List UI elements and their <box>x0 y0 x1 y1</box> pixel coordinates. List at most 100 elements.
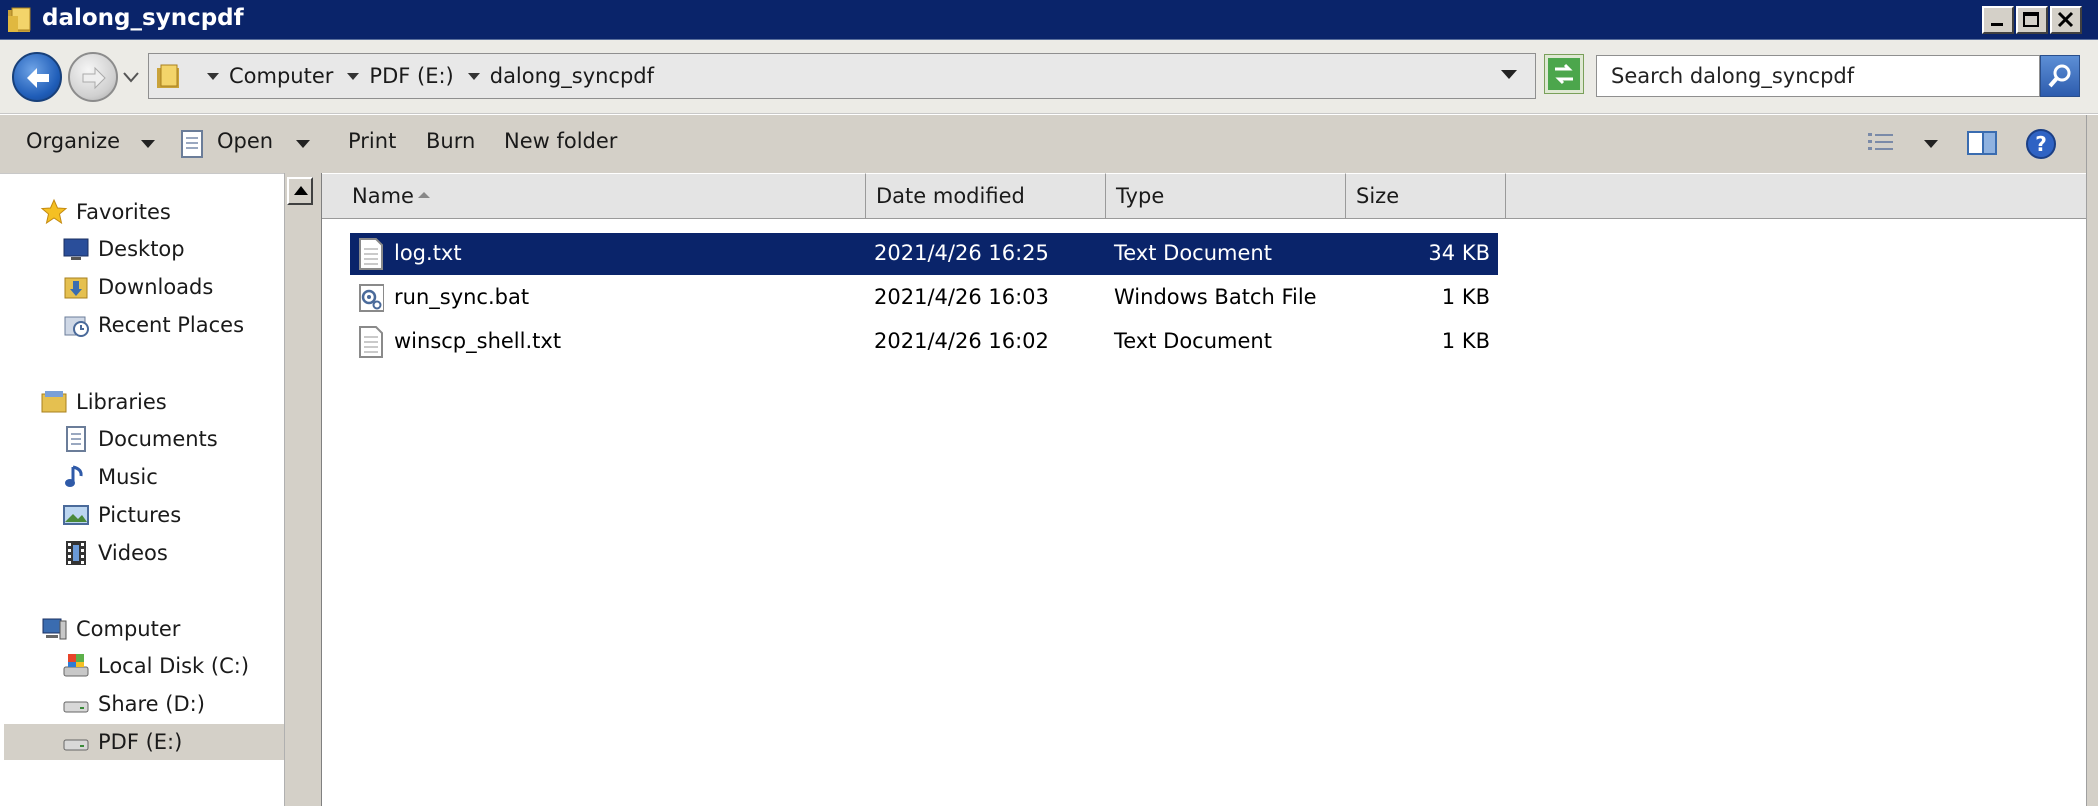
nav-item-recent-places[interactable]: Recent Places <box>62 307 244 343</box>
nav-item-downloads-label: Downloads <box>98 275 214 299</box>
nav-item-pictures-label: Pictures <box>98 503 182 527</box>
nav-item-music-label: Music <box>98 465 158 489</box>
view-options-chevron-icon[interactable] <box>1924 140 1938 148</box>
window-border <box>2086 115 2098 806</box>
file-name: run_sync.bat <box>394 285 530 309</box>
table-row[interactable]: winscp_shell.txt 2021/4/26 16:02 Text Do… <box>350 321 1498 363</box>
preview-pane-icon[interactable] <box>1966 129 1998 157</box>
nav-item-pdf-e-label: PDF (E:) <box>98 730 183 754</box>
nav-item-local-disk-c-label: Local Disk (C:) <box>98 654 250 678</box>
nav-item-pdf-e[interactable]: PDF (E:) <box>4 724 284 760</box>
breadcrumb-current-folder[interactable]: dalong_syncpdf <box>490 64 654 88</box>
downloads-folder-icon <box>64 277 88 299</box>
back-button[interactable] <box>12 52 62 102</box>
forward-button[interactable] <box>68 52 118 102</box>
file-name: log.txt <box>394 241 462 265</box>
file-date: 2021/4/26 16:02 <box>874 329 1049 353</box>
open-dropdown-chevron-icon[interactable] <box>296 140 310 148</box>
nav-item-desktop-label: Desktop <box>98 237 185 261</box>
nav-item-pictures[interactable]: Pictures <box>62 497 181 533</box>
pictures-icon <box>63 505 89 525</box>
nav-item-local-disk-c[interactable]: Local Disk (C:) <box>62 648 249 684</box>
maximize-button[interactable] <box>2016 6 2048 34</box>
documents-icon <box>66 426 86 452</box>
libraries-icon <box>41 391 67 413</box>
nav-item-recent-places-label: Recent Places <box>98 313 245 337</box>
view-details-icon[interactable] <box>1866 129 1896 157</box>
new-folder-button[interactable]: New folder <box>504 129 617 153</box>
organize-button[interactable]: Organize <box>26 129 155 153</box>
navigation-pane: Favorites Desktop Downloads Recent Place… <box>0 173 284 806</box>
breadcrumb-arrow-icon[interactable] <box>347 72 360 80</box>
system-drive-icon <box>63 654 89 677</box>
recent-pages-dropdown[interactable] <box>122 70 140 84</box>
back-arrow-icon <box>27 68 49 88</box>
column-header-name[interactable]: Name <box>322 173 866 219</box>
open-button[interactable]: Open <box>217 129 273 153</box>
burn-button[interactable]: Burn <box>426 129 475 153</box>
pane-splitter[interactable] <box>314 173 322 806</box>
table-row[interactable]: run_sync.bat 2021/4/26 16:03 Windows Bat… <box>350 277 1498 319</box>
computer-icon <box>42 618 67 640</box>
breadcrumb-arrow-icon[interactable] <box>467 72 480 80</box>
table-row[interactable]: log.txt 2021/4/26 16:25 Text Document 34… <box>350 233 1498 275</box>
column-header-type-label: Type <box>1116 184 1165 208</box>
desktop-icon <box>63 238 89 260</box>
file-type: Windows Batch File <box>1114 285 1317 309</box>
refresh-button[interactable] <box>1544 54 1584 94</box>
music-icon <box>65 465 83 487</box>
column-header-size[interactable]: Size <box>1346 173 1506 219</box>
address-history-dropdown[interactable] <box>1501 70 1517 79</box>
file-list: Name Date modified Type Size log.txt 202… <box>322 173 2086 806</box>
file-type: Text Document <box>1114 241 1272 265</box>
organize-label: Organize <box>26 129 121 153</box>
new-folder-label: New folder <box>504 129 618 153</box>
column-header-date-modified[interactable]: Date modified <box>866 173 1106 219</box>
print-label: Print <box>348 129 397 153</box>
breadcrumb-arrow-icon[interactable] <box>207 72 219 80</box>
minimize-icon <box>1991 23 2003 26</box>
nav-favorites-label: Favorites <box>76 200 171 224</box>
navigation-scrollbar[interactable] <box>284 173 314 806</box>
breadcrumb-pdf-drive[interactable]: PDF (E:) <box>369 64 453 88</box>
nav-item-downloads[interactable]: Downloads <box>62 269 213 305</box>
print-button[interactable]: Print <box>348 129 396 153</box>
minimize-button[interactable] <box>1982 6 2014 34</box>
title-bar[interactable]: dalong_syncpdf <box>0 0 2098 40</box>
forward-arrow-icon <box>82 66 106 90</box>
nav-item-documents-label: Documents <box>98 427 218 451</box>
nav-item-share-d-label: Share (D:) <box>98 692 205 716</box>
breadcrumb-computer[interactable]: Computer <box>229 64 333 88</box>
close-button[interactable] <box>2050 6 2082 34</box>
nav-computer[interactable]: Computer <box>40 611 180 647</box>
column-header-name-label: Name <box>352 184 414 208</box>
nav-item-desktop[interactable]: Desktop <box>62 231 185 267</box>
nav-item-share-d[interactable]: Share (D:) <box>62 686 205 722</box>
text-file-icon <box>359 238 383 270</box>
burn-label: Burn <box>426 129 476 153</box>
nav-favorites[interactable]: Favorites <box>40 194 171 230</box>
address-bar[interactable]: Computer PDF (E:) dalong_syncpdf <box>148 53 1536 99</box>
address-toolbar: Computer PDF (E:) dalong_syncpdf Search … <box>0 40 2098 114</box>
search-placeholder: Search dalong_syncpdf <box>1611 64 1855 88</box>
search-button[interactable] <box>2040 55 2080 97</box>
nav-item-documents[interactable]: Documents <box>62 421 218 457</box>
column-header-type[interactable]: Type <box>1106 173 1346 219</box>
scroll-up-arrow-icon[interactable] <box>287 177 313 205</box>
column-header-size-label: Size <box>1356 184 1400 208</box>
nav-libraries[interactable]: Libraries <box>40 384 167 420</box>
drive-icon <box>63 701 89 713</box>
nav-item-videos[interactable]: Videos <box>62 535 168 571</box>
column-header-date-label: Date modified <box>876 184 1025 208</box>
folder-icon <box>8 7 31 32</box>
text-file-icon <box>359 326 383 358</box>
maximize-icon <box>2023 12 2039 27</box>
refresh-icon <box>1548 58 1580 90</box>
search-input[interactable]: Search dalong_syncpdf <box>1596 55 2040 97</box>
close-icon <box>2057 11 2074 28</box>
nav-item-music[interactable]: Music <box>62 459 158 495</box>
file-size: 1 KB <box>1441 285 1490 309</box>
file-date: 2021/4/26 16:25 <box>874 241 1049 265</box>
nav-item-videos-label: Videos <box>98 541 168 565</box>
help-icon[interactable]: ? <box>2024 127 2058 161</box>
